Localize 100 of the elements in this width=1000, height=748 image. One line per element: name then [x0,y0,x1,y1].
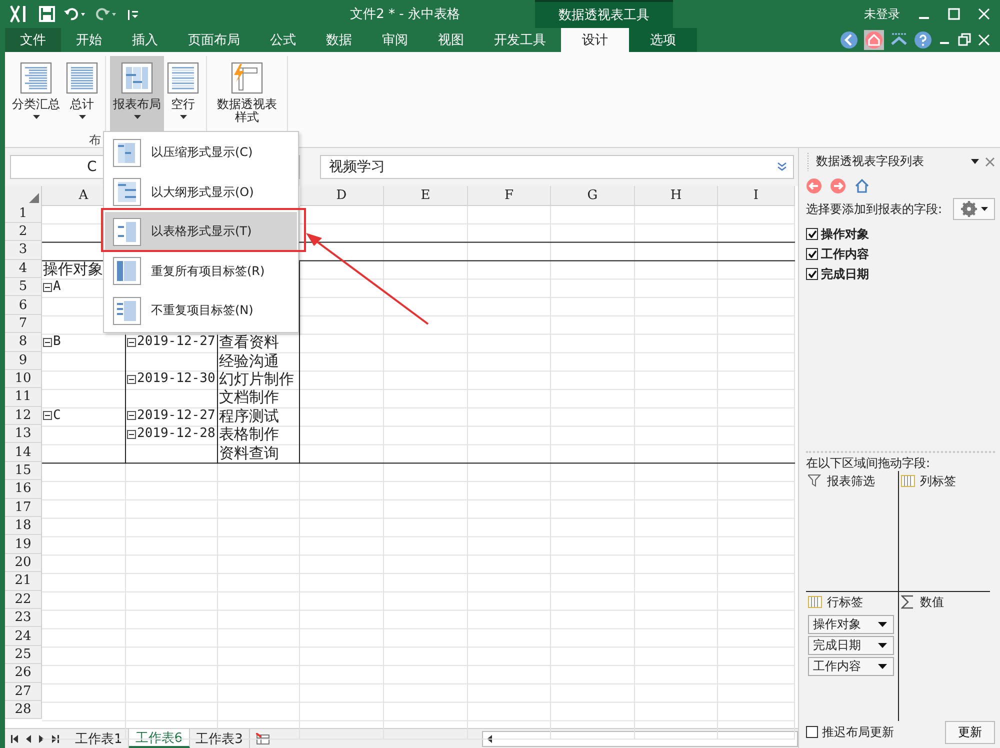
row-header[interactable]: 25 [5,646,42,664]
row-header[interactable]: 9 [5,352,42,370]
help-icon[interactable] [914,31,932,49]
column-header[interactable]: E [384,186,468,206]
ribbon-tab[interactable]: 视图 [423,28,479,52]
collapse-icon[interactable] [127,374,136,384]
save-icon[interactable] [39,6,55,22]
ribbon-tab[interactable]: 开发工具 [479,28,561,52]
sheet-tab[interactable]: 工作表3 [190,729,250,748]
row-header[interactable]: 3 [5,241,42,260]
row-header[interactable]: 2 [5,222,42,242]
row-header[interactable]: 24 [5,627,42,646]
customize-icon[interactable] [127,7,139,21]
previous-sheet-icon[interactable] [26,734,31,742]
layout-icon [121,62,153,94]
close-icon[interactable] [985,156,995,167]
horizontal-scrollbar[interactable] [482,730,798,746]
filter-icon [808,474,822,488]
home-icon[interactable] [854,178,870,194]
area-field[interactable]: 工作内容 [808,656,894,676]
menu-item[interactable]: 不重复项目标签(N) [105,291,297,330]
expand-icon[interactable] [777,162,787,172]
user-status[interactable]: 未登录 [864,6,900,22]
checkbox[interactable] [806,268,818,280]
ribbon-tab[interactable]: 设计 [561,28,629,52]
row-header[interactable]: 17 [5,498,42,518]
row-header[interactable]: 15 [5,462,42,480]
row-header[interactable]: 1 [5,204,42,223]
add-sheet-icon[interactable] [256,732,270,744]
ribbon-button[interactable]: 总计 [63,56,101,134]
redo-icon[interactable] [95,6,119,22]
caret-icon [878,664,887,669]
row-header[interactable]: 22 [5,590,42,609]
ribbon-tab[interactable]: 页面布局 [173,28,255,52]
row-header[interactable]: 18 [5,517,42,536]
row-header[interactable]: 5 [5,278,42,296]
back-icon[interactable] [840,31,858,49]
row-header[interactable]: 14 [5,443,42,462]
ribbon-tab[interactable]: 文件 [5,28,61,52]
row-header[interactable]: 23 [5,608,42,628]
last-sheet-icon[interactable] [52,734,59,742]
row-header[interactable]: 19 [5,535,42,554]
row-header[interactable]: 10 [5,370,42,388]
collapse-icon[interactable] [43,338,52,347]
dropdown-icon[interactable] [971,159,979,164]
area-label: 行标签 [827,594,863,611]
column-header[interactable]: I [718,186,795,206]
collapse-icon[interactable] [127,338,136,347]
row-header[interactable]: 20 [5,554,42,572]
ribbon-tab[interactable]: 审阅 [367,28,423,52]
collapse-ribbon-icon[interactable] [890,32,908,48]
row-header[interactable]: 28 [5,700,42,720]
row-header[interactable]: 11 [5,388,42,407]
cell-text: 程序测试 [219,408,279,424]
column-header[interactable]: F [468,186,551,206]
row-header[interactable]: 16 [5,480,42,499]
next-sheet-icon[interactable] [39,734,44,742]
ribbon-tab[interactable]: 数据 [311,28,367,52]
ribbon-tab[interactable]: 选项 [629,28,697,52]
ribbon-button[interactable]: 空行 [164,56,202,134]
menu-item[interactable]: 以压缩形式显示(C) [105,133,297,172]
collapse-icon[interactable] [43,282,52,292]
collapse-icon[interactable] [43,411,52,420]
row-header[interactable]: 12 [5,406,42,426]
row-header[interactable]: 21 [5,572,42,591]
row-header[interactable]: 27 [5,682,42,701]
checkbox[interactable] [806,228,818,240]
area-field[interactable]: 操作对象 [808,614,894,634]
row-header[interactable]: 8 [5,333,42,352]
grip-icon [806,152,810,171]
ribbon-button[interactable]: 分类汇总 [9,56,63,134]
column-header[interactable]: H [635,186,718,206]
area-field[interactable]: 完成日期 [808,636,894,655]
update-button[interactable]: 更新 [945,720,995,744]
maximize-icon[interactable] [948,8,960,20]
menu-item[interactable]: 重复所有项目标签(R) [105,252,297,291]
column-header[interactable]: G [551,186,635,206]
row-header[interactable]: 7 [5,314,42,334]
checkbox[interactable] [806,726,818,738]
settings-button[interactable] [953,198,995,220]
caret-icon [878,622,887,627]
ribbon-tab[interactable]: 开始 [61,28,117,52]
row-header[interactable]: 4 [5,260,42,278]
column-header[interactable]: D [300,186,384,206]
undo-icon[interactable] [63,6,87,22]
checkbox[interactable] [806,248,818,260]
collapse-icon[interactable] [127,430,136,439]
ribbon-tab[interactable]: 公式 [255,28,311,52]
ribbon-button[interactable]: 数据透视表样式 [211,56,283,134]
ribbon-tab[interactable]: 插入 [117,28,173,52]
row-header[interactable]: 6 [5,296,42,315]
restore-icon[interactable] [958,33,972,47]
menu-item[interactable]: 以表格形式显示(T) [105,212,297,252]
ribbon-button[interactable]: 报表布局 [110,56,164,134]
row-header[interactable]: 26 [5,664,42,683]
formula-field[interactable]: 视频学习 [320,155,794,179]
row-header[interactable]: 13 [5,425,42,444]
layout-icon [113,218,141,246]
collapse-icon[interactable] [127,411,136,420]
first-sheet-icon[interactable] [11,734,18,742]
